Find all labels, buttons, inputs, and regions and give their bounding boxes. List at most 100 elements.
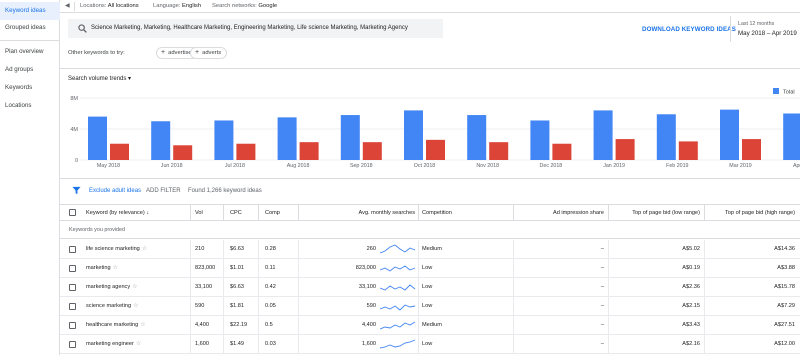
keyword-cell: healthcare marketing ☆ (86, 316, 146, 334)
competition-cell: Low (422, 303, 433, 309)
sidebar-item-ad-groups[interactable]: Ad groups (0, 61, 60, 79)
download-keyword-ideas-button[interactable]: DOWNLOAD KEYWORD IDEAS (642, 26, 736, 33)
bar-total-1[interactable] (151, 121, 171, 160)
star-icon[interactable]: ☆ (133, 303, 138, 309)
column-header-cpc[interactable]: CPC (230, 205, 242, 221)
search-volume-trends-dropdown[interactable]: Search volume trends ▾ (68, 75, 131, 82)
avg-monthly-searches-cell: 33,100 (358, 284, 376, 290)
networks-setting[interactable]: Search networks: Google (212, 0, 277, 12)
column-divider (418, 316, 419, 334)
chip-label: adverts (202, 50, 222, 56)
keyword-chip-adverts[interactable]: + adverts (190, 47, 228, 59)
bar-series-2-5[interactable] (426, 139, 445, 160)
table-row[interactable]: life science marketing ☆ 210 $6.63 0.28 260 Me… (60, 240, 800, 259)
bar-series-2-6[interactable] (489, 142, 509, 160)
keyword-cell: marketing agency ☆ (86, 278, 138, 296)
column-divider (223, 335, 224, 353)
column-divider (223, 259, 224, 277)
column-divider (223, 205, 224, 221)
bar-total-2[interactable] (214, 120, 234, 160)
arrow-left-icon[interactable]: ◀ (65, 0, 70, 12)
date-range-label: Last 12 months (738, 21, 775, 27)
sidebar-item-keywords[interactable]: Keywords (0, 79, 60, 97)
bar-total-6[interactable] (467, 115, 487, 160)
table-row[interactable]: marketing ☆ 823,000 $1.01 0.11 823,000 Low – A$0… (60, 259, 800, 278)
bar-series-2-9[interactable] (678, 141, 698, 160)
star-icon[interactable]: ☆ (113, 265, 118, 271)
bar-series-2-8[interactable] (615, 139, 635, 160)
star-icon[interactable]: ☆ (132, 284, 137, 290)
star-icon[interactable]: ☆ (142, 246, 147, 252)
table-row[interactable]: healthcare marketing ☆ 4,400 $22.19 0.5 4,400… (60, 316, 800, 335)
locations-setting[interactable]: Locations: All locations (80, 0, 139, 12)
bar-total-8[interactable] (593, 110, 613, 160)
sidebar-item-locations[interactable]: Locations (0, 97, 60, 115)
column-header-comp[interactable]: Comp (265, 205, 280, 221)
avg-monthly-searches-cell: 590 (366, 303, 376, 309)
bar-total-10[interactable] (720, 109, 739, 160)
bar-series-2-1[interactable] (173, 145, 193, 160)
column-divider (190, 316, 191, 334)
row-checkbox[interactable] (69, 322, 76, 329)
x-tick-label: Oct 2018 (414, 163, 436, 169)
bar-series-2-4[interactable] (362, 142, 382, 160)
table-row[interactable]: marketing engineer ☆ 1,600 $1.49 0.03 1,600 Lo… (60, 335, 800, 354)
date-range-selector[interactable]: May 2018 – Apr 2019 (738, 30, 797, 37)
star-icon[interactable]: ☆ (136, 341, 141, 347)
bar-total-4[interactable] (340, 115, 360, 160)
bar-total-9[interactable] (656, 114, 676, 160)
bar-series-2-2[interactable] (236, 143, 256, 160)
select-all-checkbox[interactable] (69, 209, 76, 216)
bar-total-5[interactable] (404, 110, 423, 160)
column-divider (190, 259, 191, 277)
column-header-keyword[interactable]: Keyword (by relevance) ↓ (86, 205, 149, 221)
row-checkbox[interactable] (69, 341, 76, 348)
column-divider (190, 335, 191, 353)
table-row[interactable]: marketing agency ☆ 33,100 $6.63 0.42 33,100 Lo… (60, 278, 800, 297)
column-divider (190, 278, 191, 296)
x-tick-label: Mar 2019 (729, 163, 751, 169)
star-icon[interactable]: ☆ (140, 322, 145, 328)
locations-value: All locations (107, 3, 139, 9)
column-header-vol[interactable]: Vol (195, 205, 203, 221)
bar-total-3[interactable] (277, 117, 297, 160)
funnel-icon[interactable] (72, 186, 81, 195)
table-row[interactable]: science marketing ☆ 590 $1.81 0.05 590 Low – A$2… (60, 297, 800, 316)
x-tick-label: Aug 2018 (287, 163, 310, 169)
bar-series-2-7[interactable] (552, 143, 572, 160)
legend-label[interactable]: Total (783, 90, 795, 96)
bar-series-2-3[interactable] (299, 142, 319, 160)
row-checkbox[interactable] (69, 265, 76, 272)
column-divider (704, 240, 705, 258)
column-divider (513, 316, 514, 334)
bar-series-2-0[interactable] (110, 143, 129, 160)
column-header-ad-impression-share[interactable]: Ad impression share (515, 205, 604, 221)
column-header-bid-high[interactable]: Top of page bid (high range) (706, 205, 795, 221)
language-setting[interactable]: Language: English (153, 0, 201, 12)
bid-low-cell: A$0.19 (682, 265, 700, 271)
sidebar-item-grouped-ideas[interactable]: Grouped ideas (0, 19, 60, 37)
column-divider (258, 240, 259, 258)
ad-impression-share-cell: – (600, 341, 604, 347)
row-checkbox[interactable] (69, 303, 76, 310)
plan-settings-bar: ◀ Locations: All locations Language: Eng… (60, 0, 800, 13)
sidebar-item-keyword-ideas[interactable]: Keyword ideas (0, 2, 60, 20)
vol-cell: 1,600 (195, 341, 209, 347)
bar-series-2-10[interactable] (742, 139, 761, 160)
bar-total-0[interactable] (88, 116, 107, 160)
cpc-cell: $22.19 (230, 322, 248, 328)
bar-total-11[interactable] (783, 113, 800, 161)
column-divider (298, 259, 299, 277)
keyword-search-input[interactable]: Science Marketing, Marketing, Healthcare… (68, 19, 443, 38)
column-divider (513, 240, 514, 258)
column-divider (418, 205, 419, 221)
row-checkbox[interactable] (69, 246, 76, 253)
sidebar-item-plan-overview[interactable]: Plan overview (0, 43, 60, 61)
column-header-avg-monthly-searches[interactable]: Avg. monthly searches (300, 205, 415, 221)
exclude-adult-ideas-link[interactable]: Exclude adult ideas (89, 188, 141, 194)
row-checkbox[interactable] (69, 284, 76, 291)
column-header-bid-low[interactable]: Top of page bid (low range) (610, 205, 700, 221)
column-header-competition[interactable]: Competition (422, 205, 452, 221)
add-filter-button[interactable]: ADD FILTER (146, 188, 181, 194)
bar-total-7[interactable] (530, 120, 550, 160)
